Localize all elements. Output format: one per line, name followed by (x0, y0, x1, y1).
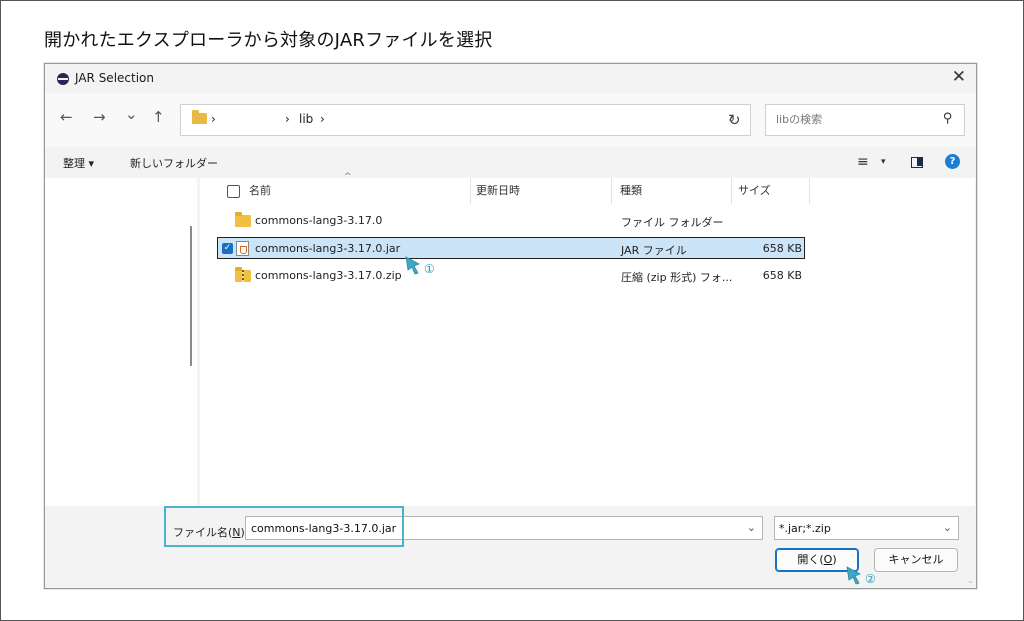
file-row[interactable]: commons-lang3-3.17.0 ファイル フォルダー (217, 210, 805, 232)
file-row-selected[interactable]: ✓ commons-lang3-3.17.0.jar JAR ファイル 658 … (217, 237, 805, 259)
help-icon[interactable]: ? (945, 154, 960, 169)
file-type: ファイル フォルダー (621, 216, 724, 229)
select-all-checkbox[interactable] (227, 185, 240, 198)
breadcrumb-lib[interactable]: lib (299, 112, 313, 126)
file-name: commons-lang3-3.17.0 (255, 214, 383, 227)
chevron-down-icon[interactable]: ⌄ (943, 521, 952, 534)
column-header-modified[interactable]: 更新日時 (476, 182, 520, 198)
zip-folder-icon (235, 267, 251, 282)
file-size: 658 KB (762, 242, 802, 255)
navigation-pane[interactable] (45, 178, 197, 506)
file-size: 658 KB (762, 269, 802, 282)
jar-file-icon (236, 241, 249, 256)
back-arrow-icon[interactable]: ← (60, 108, 73, 126)
recent-locations-icon[interactable]: ⌄ (125, 105, 138, 123)
column-divider[interactable] (731, 178, 732, 204)
eclipse-app-icon (57, 73, 69, 85)
address-bar[interactable]: › › lib › ⌄ (180, 104, 751, 136)
row-checkbox-checked[interactable]: ✓ (222, 243, 233, 254)
navigation-bar: ← → ⌄ ↑ › › lib › ⌄ ↻ ⚲ (45, 94, 976, 146)
filename-highlight-annotation (164, 506, 404, 547)
preview-pane-icon[interactable] (911, 157, 923, 168)
search-box[interactable]: ⚲ (765, 104, 965, 136)
chevron-down-icon[interactable]: ▾ (881, 157, 886, 167)
column-header-size[interactable]: サイズ (738, 182, 771, 198)
breadcrumb-separator: › (211, 112, 216, 126)
navigation-scrollbar[interactable] (190, 226, 192, 366)
column-header-name[interactable]: 名前 (249, 182, 271, 198)
sort-ascending-icon: ^ (344, 172, 352, 182)
cursor-pointer-icon (846, 566, 861, 585)
column-divider[interactable] (809, 178, 810, 204)
file-type: 圧縮 (zip 形式) フォ... (621, 271, 733, 284)
forward-arrow-icon[interactable]: → (93, 108, 106, 126)
file-name: commons-lang3-3.17.0.zip (255, 269, 402, 282)
up-arrow-icon[interactable]: ↑ (152, 108, 165, 126)
file-type: JAR ファイル (621, 244, 687, 257)
breadcrumb-separator: › (320, 112, 325, 126)
organize-menu[interactable]: 整理 ▾ (63, 155, 94, 171)
file-name: commons-lang3-3.17.0.jar (255, 242, 401, 255)
search-icon[interactable]: ⚲ (943, 111, 953, 126)
file-row[interactable]: commons-lang3-3.17.0.zip 圧縮 (zip 形式) フォ.… (217, 265, 805, 287)
dialog-title: JAR Selection (75, 71, 154, 85)
instruction-caption: 開かれたエクスプローラから対象のJARファイルを選択 (44, 30, 493, 51)
breadcrumb-separator: › (285, 112, 290, 126)
step-1-marker: ① (424, 262, 435, 276)
column-header-type[interactable]: 種類 (620, 182, 642, 198)
resize-grip-icon[interactable]: ⠤ (968, 577, 973, 585)
chevron-down-icon[interactable]: ⌄ (747, 521, 756, 534)
column-divider[interactable] (470, 178, 471, 204)
command-toolbar: 整理 ▾ 新しいフォルダー ≡ ▾ ? (45, 148, 976, 176)
cancel-button[interactable]: キャンセル (874, 548, 958, 572)
folder-icon (192, 110, 207, 124)
folder-icon (235, 212, 251, 227)
new-folder-button[interactable]: 新しいフォルダー (130, 155, 218, 171)
view-options-icon[interactable]: ≡ (857, 154, 869, 170)
file-type-filter[interactable]: *.jar;*.zip ⌄ (774, 516, 959, 540)
step-2-marker: ② (865, 572, 876, 586)
search-input[interactable] (774, 112, 938, 127)
cursor-pointer-icon (405, 256, 420, 275)
column-divider[interactable] (611, 178, 612, 204)
dialog-titlebar: JAR Selection ✕ (45, 64, 976, 92)
refresh-icon[interactable]: ↻ (728, 111, 741, 129)
file-type-filter-value: *.jar;*.zip (779, 522, 831, 535)
close-icon[interactable]: ✕ (952, 67, 966, 87)
